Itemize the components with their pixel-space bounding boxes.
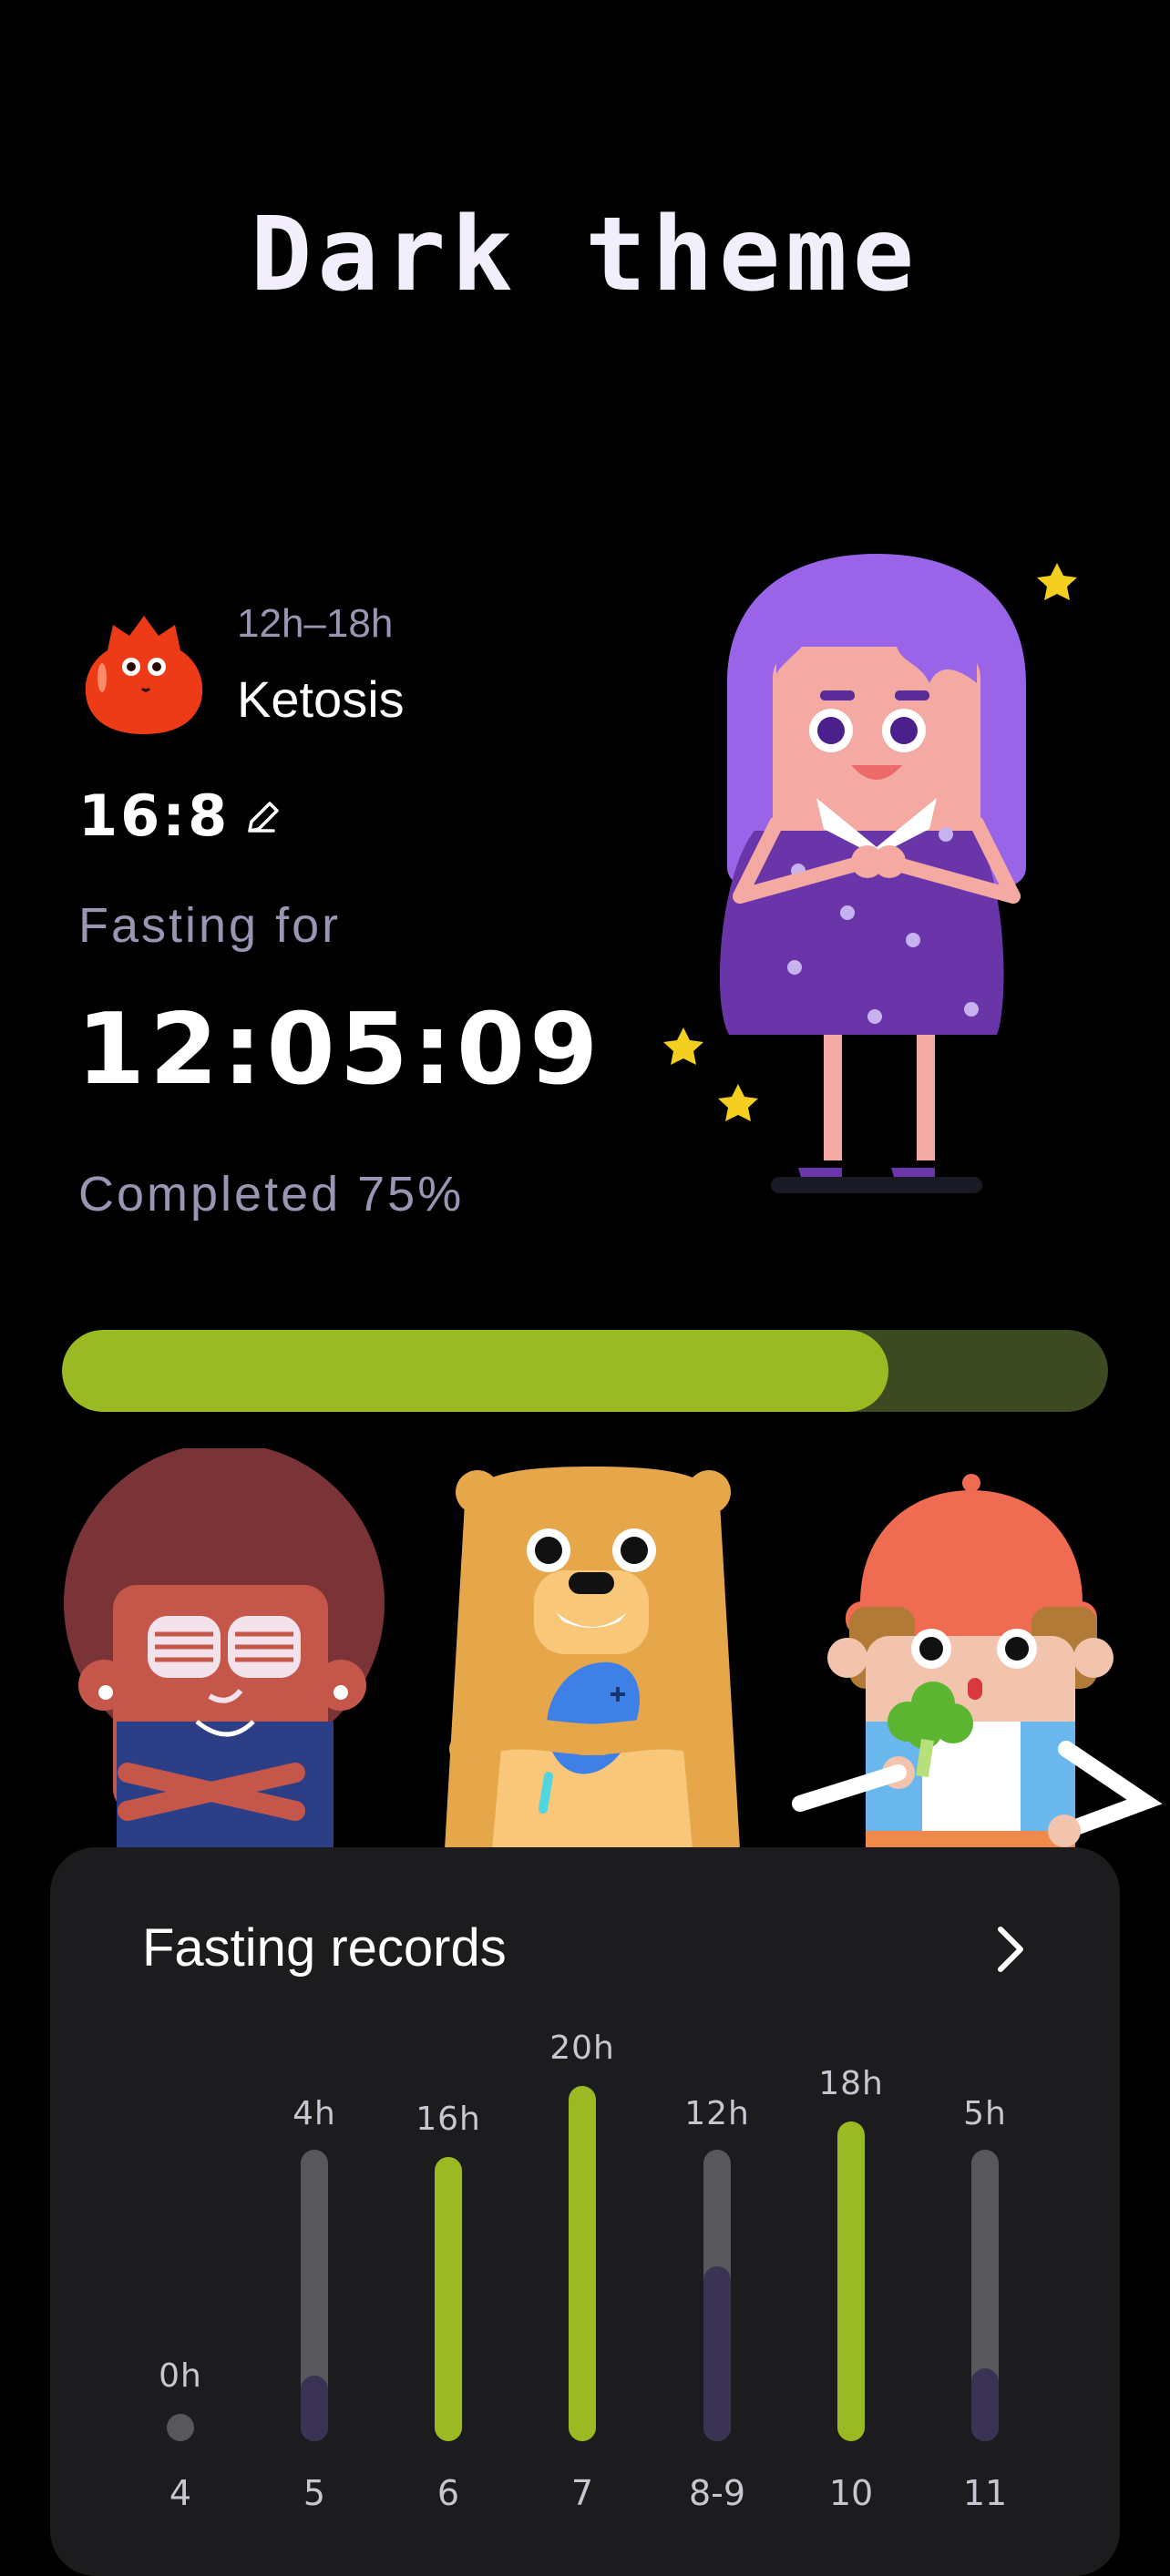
phase-range: 12h–18h (237, 601, 394, 646)
bar-day-label: 7 (571, 2473, 593, 2513)
fasting-label: Fasting for (78, 898, 342, 953)
characters-illustration (64, 1448, 1163, 1849)
star-icon (663, 1027, 703, 1065)
chart-bar-5[interactable]: 4h 5 (292, 2095, 336, 2513)
chevron-right-icon[interactable] (990, 1922, 1031, 1977)
bar-value-label: 4h (292, 2095, 336, 2132)
bar-value-label: 18h (818, 2065, 884, 2102)
bar-day-label: 4 (169, 2473, 191, 2513)
fasting-records-chart: 0h 4 4h 5 16h 6 20h 7 12h 8-9 18h 10 5h 11 (159, 2029, 1007, 2513)
bar-value-label: 0h (159, 2357, 202, 2395)
chart-bar-4[interactable]: 0h 4 (159, 2357, 202, 2513)
star-icon (718, 1084, 758, 1121)
bar-value-label: 12h (684, 2095, 750, 2132)
chart-bar-10[interactable]: 18h 10 (818, 2065, 884, 2513)
page-title: Dark theme (250, 196, 920, 314)
fasting-progress-bar (62, 1330, 1108, 1412)
bar-day-label: 8-9 (689, 2473, 745, 2513)
bar-day-label: 6 (437, 2473, 459, 2513)
bar-day-label: 11 (963, 2473, 1007, 2513)
bar-day-label: 5 (303, 2473, 325, 2513)
bar-value-label: 5h (963, 2095, 1007, 2132)
records-title: Fasting records (142, 1918, 507, 1978)
chart-bar-7[interactable]: 20h 7 (549, 2029, 615, 2513)
pencil-icon[interactable] (242, 798, 282, 838)
chart-bar-8-9[interactable]: 12h 8-9 (684, 2095, 750, 2513)
bar-fill (569, 2086, 596, 2441)
bar-fill (703, 2266, 731, 2441)
progress-fill (62, 1330, 888, 1412)
bar-value-label: 16h (416, 2101, 481, 2138)
bar-fill (971, 2368, 999, 2441)
fasting-plan[interactable]: 16:8 (78, 779, 282, 852)
fasting-timer: 12:05:09 (77, 993, 603, 1107)
flame-mascot-icon (85, 616, 203, 734)
bar-day-label: 10 (829, 2473, 873, 2513)
plan-ratio: 16:8 (78, 782, 231, 849)
bar-fill (435, 2157, 462, 2441)
bar-fill (167, 2414, 194, 2441)
chart-bar-11[interactable]: 5h 11 (963, 2095, 1007, 2513)
chart-bar-6[interactable]: 16h 6 (416, 2101, 481, 2513)
bar-fill (301, 2376, 328, 2441)
star-icon (1037, 563, 1077, 600)
bar-fill (837, 2121, 865, 2441)
phase-name: Ketosis (237, 670, 405, 728)
bar-value-label: 20h (549, 2029, 615, 2067)
completed-percent: Completed 75% (78, 1167, 465, 1222)
girl-character-illustration (663, 554, 1077, 1193)
